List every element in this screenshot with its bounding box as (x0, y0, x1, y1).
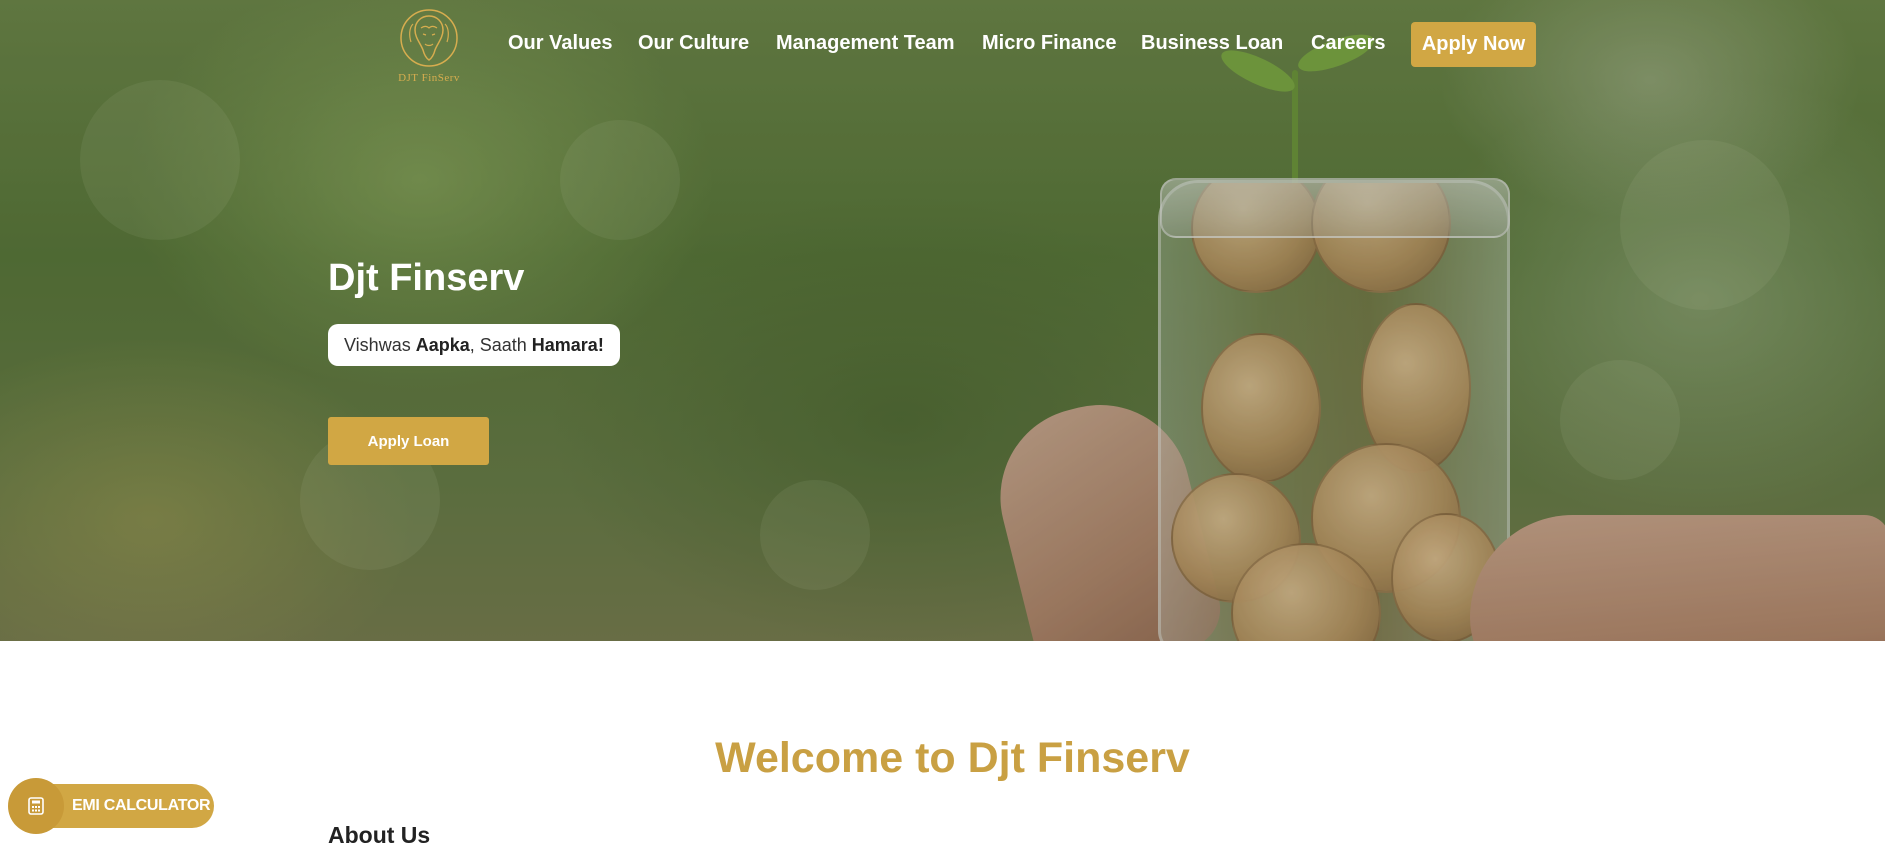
tagline-bold: Aapka (415, 334, 470, 355)
calculator-icon (8, 778, 64, 834)
nav-management-team[interactable]: Management Team (776, 32, 955, 55)
apply-now-button[interactable]: Apply Now (1411, 22, 1536, 67)
brand-logo[interactable]: DJT FinServ (393, 4, 465, 88)
hero-overlay (0, 0, 1885, 641)
logo-text: DJT FinServ (398, 72, 460, 84)
welcome-heading: Welcome to Djt Finserv (715, 734, 1190, 782)
nav-our-culture[interactable]: Our Culture (638, 32, 749, 55)
nav-careers[interactable]: Careers (1311, 32, 1386, 55)
about-us-heading: About Us (328, 822, 431, 848)
apply-loan-button[interactable]: Apply Loan (328, 417, 489, 465)
nav-business-loan[interactable]: Business Loan (1141, 32, 1283, 55)
nav-micro-finance[interactable]: Micro Finance (982, 32, 1116, 55)
nav-our-values[interactable]: Our Values (508, 32, 613, 55)
hero-tagline: Vishwas Aapka , Saath Hamara! (328, 324, 620, 366)
emi-calculator-button[interactable]: EMI CALCULATOR (8, 778, 214, 834)
tagline-bold: Hamara! (531, 334, 604, 355)
hero-banner (0, 0, 1885, 641)
hero-title: Djt Finserv (328, 257, 525, 299)
emi-calculator-label: EMI CALCULATOR (72, 797, 211, 814)
top-navigation: DJT FinServ Our Values Our Culture Manag… (0, 0, 1885, 92)
tagline-text: , Saath (469, 334, 532, 355)
tagline-text: Vishwas (344, 334, 416, 355)
lion-logo-icon (400, 9, 458, 67)
